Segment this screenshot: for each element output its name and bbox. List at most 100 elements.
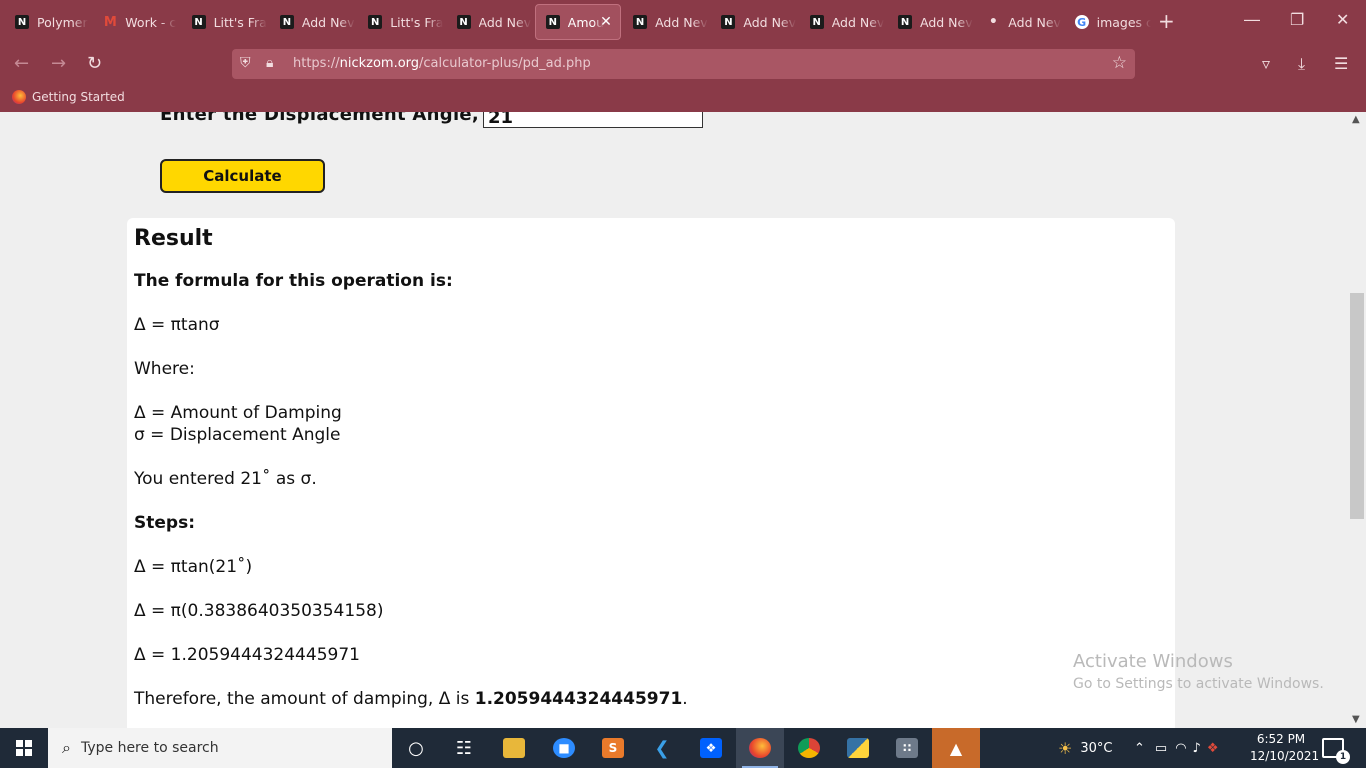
tab-5[interactable]: N Add Nev [447,4,533,40]
sublime-text-icon[interactable]: S [589,728,637,768]
system-tray: ⌃ ▭ ◠ ♪ ❖ [1134,728,1219,768]
tab-title: Add Nev [743,14,797,30]
tab-title: Amou [567,14,605,30]
file-explorer-icon[interactable] [490,728,538,768]
tab-title: Add Nev [1008,14,1061,30]
clock-time: 6:52 PM [1256,732,1306,746]
reload-icon[interactable]: ↻ [87,54,102,74]
windows-icon [16,740,32,756]
clock[interactable]: 6:52 PM 12/10/2021 [1250,731,1320,765]
cortana-icon[interactable]: ○ [392,728,440,768]
angle-label: Enter the Displacement Angle, σ: [160,112,508,125]
result-title: Result [134,226,213,251]
minimize-icon[interactable]: ― [1244,10,1260,29]
tab-12[interactable]: Gimages c [1065,4,1151,40]
scroll-down-icon[interactable]: ▼ [1352,714,1360,725]
task-view-icon[interactable]: ☷ [440,728,488,768]
conclusion-end: . [682,689,688,709]
weather-temp: 30°C [1080,740,1113,756]
chrome-icon[interactable] [785,728,833,768]
tab-2[interactable]: N Litt's Fra [182,4,268,40]
dropbox-tray-icon[interactable]: ❖ [1207,741,1219,756]
entered-value-text: You entered 21˚ as σ. [134,469,317,489]
close-tab-icon[interactable]: ✕ [600,14,612,30]
notification-center-icon[interactable]: 1 [1322,738,1350,764]
volume-icon[interactable]: ♪ [1193,741,1201,756]
nickzom-icon: N [545,15,560,29]
vscode-icon[interactable]: ❮ [638,728,686,768]
watermark-line2: Go to Settings to activate Windows. [1073,676,1324,692]
lock-icon[interactable]: 🔒︎ [266,55,273,71]
nickzom-icon: N [368,15,383,29]
shield-icon[interactable]: ⛨ [240,55,251,71]
tab-title: Add Nev [478,14,532,30]
address-bar[interactable]: ⛨ 🔒︎ https://nickzom.org/calculator-plus… [232,49,1135,79]
steps-label: Steps: [134,513,195,533]
navigation-bar: ← → ↻ ⛨ 🔒︎ https://nickzom.org/calculato… [0,44,1366,86]
conclusion-value: 1.2059444324445971 [474,689,683,709]
tab-title: Add Nev [831,14,885,30]
weather-widget[interactable]: ☀ 30°C [1058,728,1112,768]
url-prefix: https:// [293,56,340,71]
tab-4[interactable]: N Litt's Fra [358,4,444,40]
nickzom-icon: N [633,15,648,29]
step-3: Δ = 1.2059444324445971 [134,645,360,665]
dot-icon: • [988,14,998,30]
tab-0[interactable]: N Polymer [5,4,91,40]
tab-7[interactable]: N Add Nev [623,4,709,40]
tab-9[interactable]: N Add Nev [800,4,886,40]
dropbox-icon[interactable]: ❖ [687,728,735,768]
search-placeholder: Type here to search [80,740,219,756]
tab-1[interactable]: M Work - c [93,4,179,40]
new-tab-button[interactable]: + [1158,10,1175,32]
tab-title: Litt's Fra [213,14,267,30]
tab-8[interactable]: N Add Nev [711,4,797,40]
download-icon[interactable]: ⤓ [1298,54,1305,74]
step-1: Δ = πtan(21˚) [134,557,253,577]
bookmarks-toolbar: Getting Started [0,86,1366,112]
calculator-icon[interactable]: ∷ [883,728,931,768]
tab-title: Add Nev [301,14,355,30]
clock-date: 12/10/2021 [1250,749,1320,763]
nickzom-icon: N [456,15,471,29]
url-host: nickzom.org [339,56,420,71]
definition-delta: Δ = Amount of Damping [134,403,342,423]
tab-3[interactable]: N Add Nev [270,4,356,40]
zoom-icon[interactable]: ■ [540,728,588,768]
calculate-button[interactable]: Calculate [160,159,325,193]
url-text[interactable]: https://nickzom.org/calculator-plus/pd_a… [293,56,591,71]
google-icon: G [1074,15,1089,29]
restore-icon[interactable]: ❐ [1290,10,1304,29]
tab-11[interactable]: • Add Nev [976,4,1062,40]
firefox-taskbar-icon[interactable] [736,728,784,768]
tab-10[interactable]: N Add Nev [888,4,974,40]
bookmark-getting-started[interactable]: Getting Started [12,90,125,104]
nickzom-icon: N [809,15,824,29]
start-button[interactable] [0,728,48,768]
back-icon[interactable]: ← [14,54,29,74]
page-scrollbar[interactable]: ▲ ▼ [1349,112,1366,728]
wifi-icon[interactable]: ◠ [1175,741,1186,756]
tab-title: Work - c [125,14,177,30]
taskbar-search[interactable]: ⌕ Type here to search [48,728,392,768]
close-window-icon[interactable]: ✕ [1336,10,1349,29]
bookmark-star-icon[interactable]: ☆ [1112,53,1127,73]
weather-icon: ☀ [1058,738,1073,758]
scrollbar-thumb[interactable] [1350,293,1364,519]
scroll-up-icon[interactable]: ▲ [1352,114,1360,125]
forward-icon[interactable]: → [51,54,66,74]
angle-input[interactable] [483,112,703,128]
python-icon[interactable] [834,728,882,768]
tab-title: Add Nev [655,14,708,30]
nickzom-icon: N [15,15,29,29]
tab-6[interactable]: N Amou ✕ [534,4,621,40]
chevron-up-icon[interactable]: ⌃ [1134,741,1145,756]
firefox-icon [12,90,26,104]
battery-icon[interactable]: ▭ [1155,741,1167,756]
url-path: /calculator-plus/pd_ad.php [419,56,591,71]
formula: Δ = πtanσ [134,315,220,335]
menu-icon[interactable]: ☰ [1334,54,1348,73]
pocket-icon[interactable]: ▿ [1262,54,1270,73]
photos-icon[interactable]: ▲ [932,728,980,768]
tab-title: Litt's Fra [390,14,444,30]
